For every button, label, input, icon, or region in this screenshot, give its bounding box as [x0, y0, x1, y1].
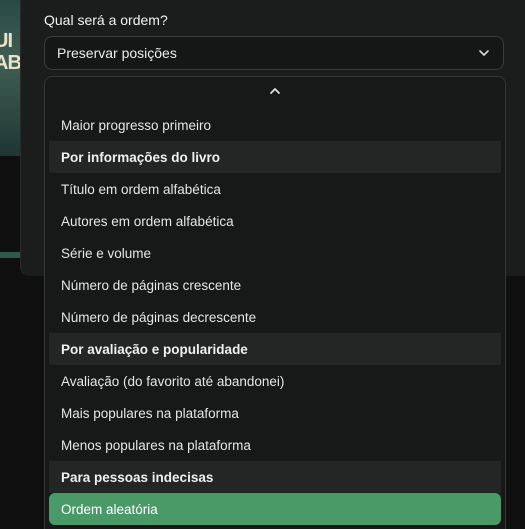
scroll-up-button[interactable] — [45, 77, 505, 105]
option-group-header: Por informações do livro — [49, 141, 501, 173]
sort-order-label: Qual será a ordem? — [44, 12, 168, 28]
option-item-highlighted[interactable]: Ordem aleatória — [49, 493, 501, 525]
book-cover-thumbnail: UI AB — [0, 0, 20, 156]
option-item[interactable]: Título em ordem alfabética — [49, 173, 501, 205]
options-list: Maior progresso primeiro Por informações … — [45, 109, 505, 525]
option-item[interactable]: Série e volume — [49, 237, 501, 269]
option-item[interactable]: Autores em ordem alfabética — [49, 205, 501, 237]
option-item[interactable]: Maior progresso primeiro — [49, 109, 501, 141]
chevron-down-icon — [479, 50, 489, 56]
option-group-header: Por avaliação e popularidade — [49, 333, 501, 365]
select-current-value: Preservar posições — [57, 45, 177, 61]
chevron-up-icon — [270, 88, 280, 94]
option-item[interactable]: Número de páginas crescente — [49, 269, 501, 301]
option-item[interactable]: Avaliação (do favorito até abandonei) — [49, 365, 501, 397]
sort-options-dropdown: Maior progresso primeiro Por informações … — [44, 76, 506, 529]
option-item[interactable]: Número de páginas decrescente — [49, 301, 501, 333]
option-group-header: Para pessoas indecisas — [49, 461, 501, 493]
progress-strip — [0, 252, 20, 258]
option-item[interactable]: Menos populares na plataforma — [49, 429, 501, 461]
sort-order-select[interactable]: Preservar posições — [44, 36, 504, 70]
option-item[interactable]: Mais populares na plataforma — [49, 397, 501, 429]
